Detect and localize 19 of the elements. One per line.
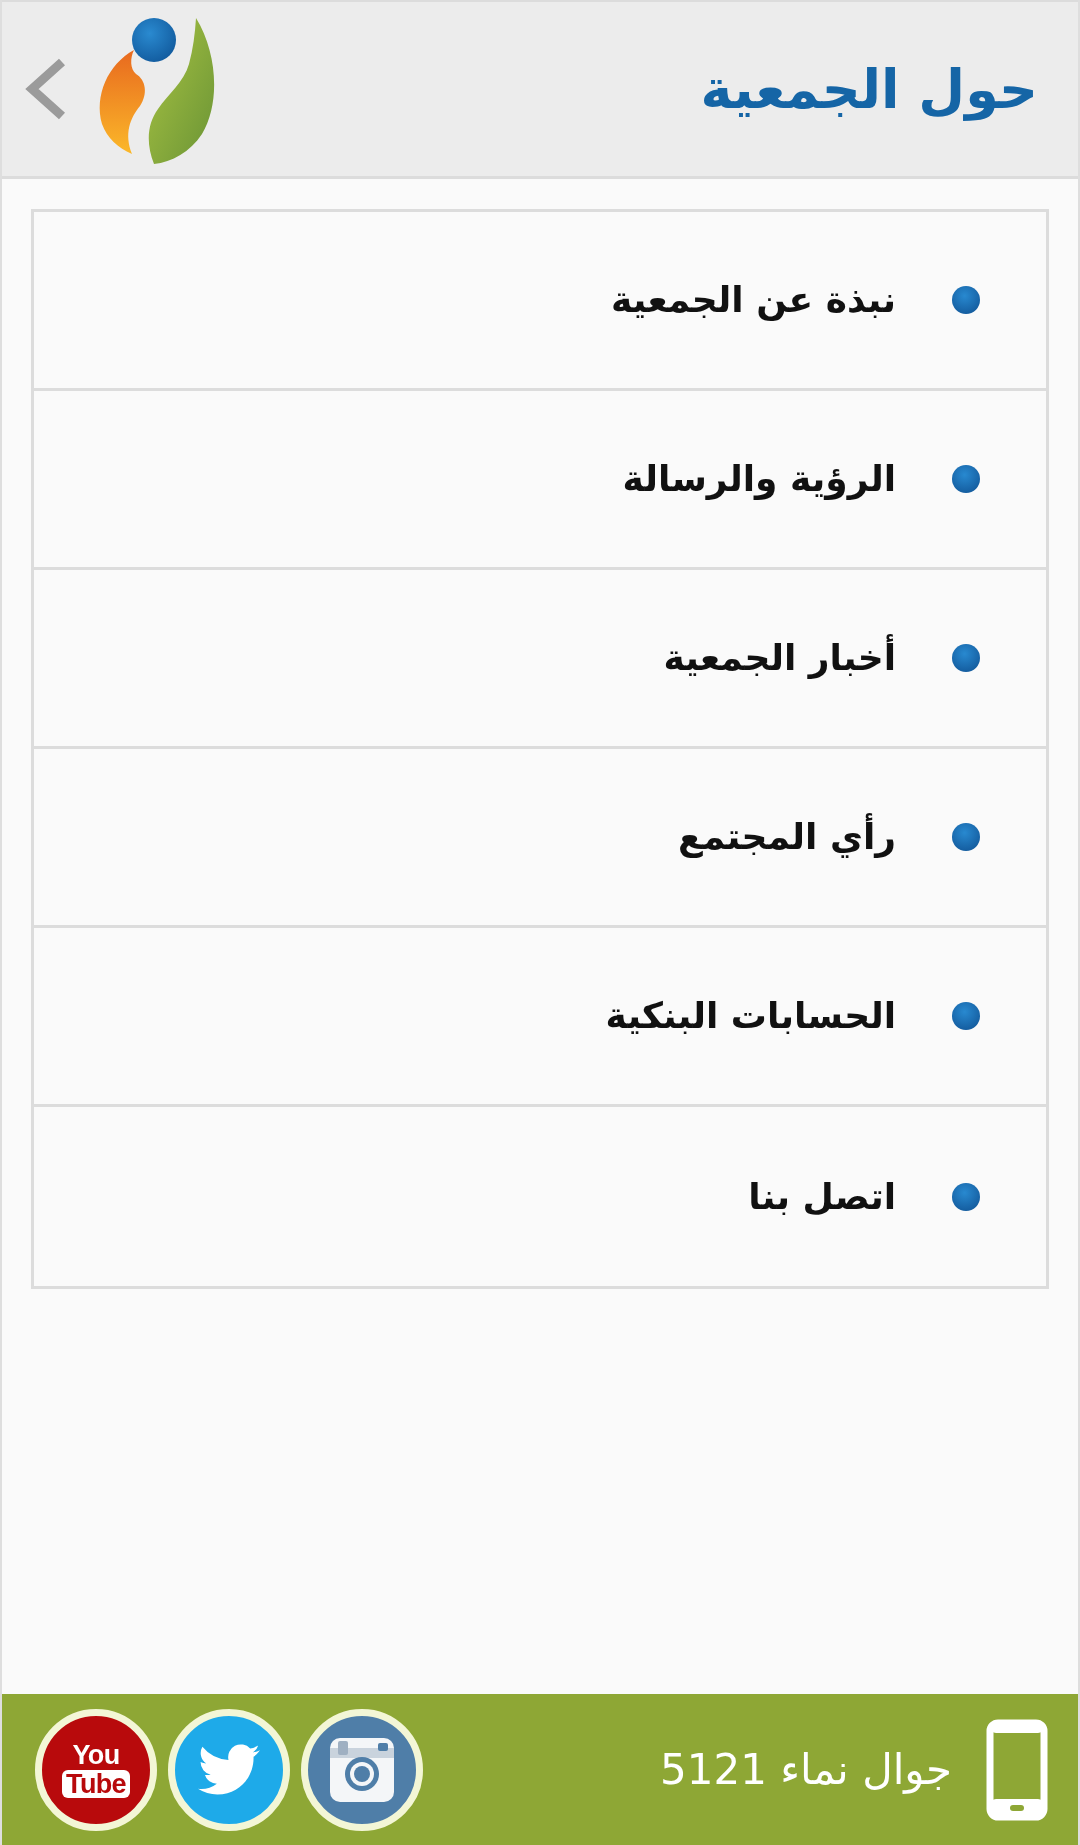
menu-item[interactable]: الحسابات البنكية [34,928,1046,1107]
mobile-phone-icon [986,1718,1048,1821]
bullet-dot-icon [952,1002,980,1030]
bullet-dot-icon [952,465,980,493]
bullet-dot-icon [952,644,980,672]
bullet-dot-icon [952,1182,980,1211]
bullet-dot-icon [952,286,980,314]
bird-icon [198,1743,260,1796]
menu-item[interactable]: أخبار الجمعية [34,570,1046,749]
youtube-button[interactable]: You Tube [35,1708,157,1831]
page-title: حول الجمعية [699,56,1039,123]
phone-contact-text: جوال نماء 5121 [660,1744,952,1796]
menu-item[interactable]: رأي المجتمع [34,749,1046,928]
camera-icon [330,1737,394,1802]
menu-item[interactable]: اتصل بنا [34,1107,1046,1286]
bullet-dot-icon [952,823,980,851]
menu-item[interactable]: الرؤية والرسالة [34,391,1046,570]
menu-item[interactable]: نبذة عن الجمعية [34,212,1046,391]
chevron-left-icon [24,58,68,120]
